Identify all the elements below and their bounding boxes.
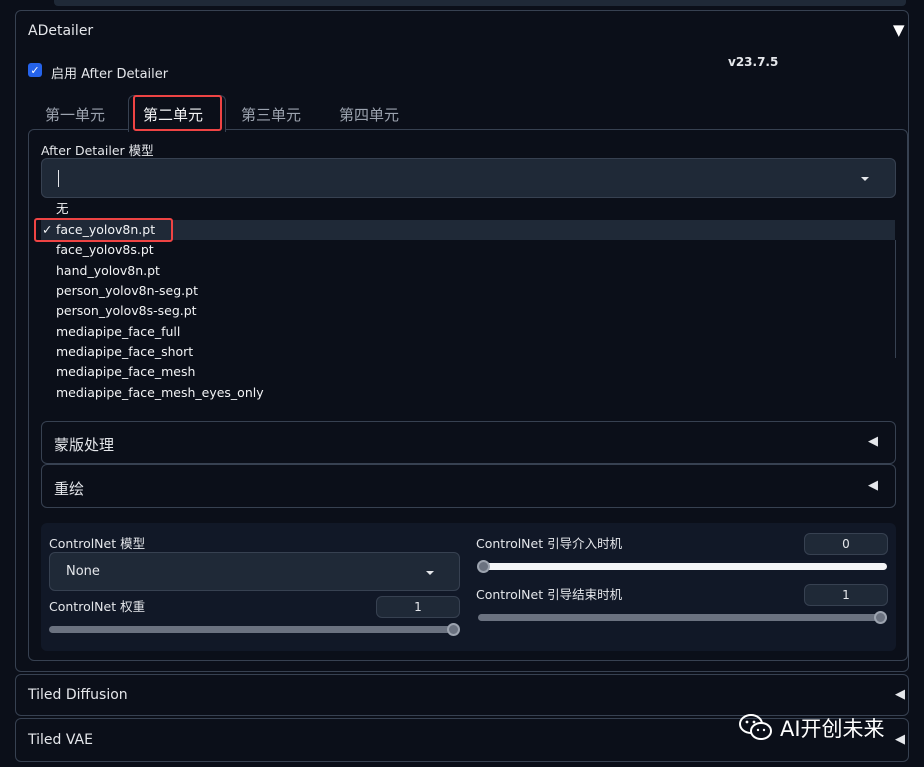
expand-icon: ◀ — [868, 478, 878, 493]
option-person-yolov8s-seg[interactable]: person_yolov8s-seg.pt — [41, 301, 895, 321]
model-label: After Detailer 模型 — [41, 143, 154, 158]
option-face-yolov8s[interactable]: face_yolov8s.pt — [41, 240, 895, 260]
text-cursor — [58, 170, 59, 187]
list-border — [895, 240, 896, 358]
option-hand-yolov8n[interactable]: hand_yolov8n.pt — [41, 261, 895, 281]
option-mediapipe-face-full[interactable]: mediapipe_face_full — [41, 322, 895, 342]
guidance-end-slider-handle[interactable] — [874, 611, 887, 624]
section-label: 重绘 — [54, 480, 85, 498]
controlnet-weight-label: ControlNet 权重 — [49, 599, 146, 614]
tab-unit-3[interactable]: 第三单元 — [241, 104, 301, 125]
option-mediapipe-face-mesh[interactable]: mediapipe_face_mesh — [41, 362, 895, 382]
section-label: Tiled VAE — [28, 732, 93, 748]
option-mediapipe-face-short[interactable]: mediapipe_face_short — [41, 342, 895, 362]
controlnet-weight-slider[interactable] — [49, 626, 458, 633]
guidance-end-label: ControlNet 引导结束时机 — [476, 587, 623, 602]
expand-icon: ◀ — [868, 434, 878, 449]
adetailer-title[interactable]: ADetailer — [28, 23, 93, 39]
controlnet-model-label: ControlNet 模型 — [49, 536, 146, 551]
guidance-start-label: ControlNet 引导介入时机 — [476, 536, 623, 551]
option-none[interactable]: 无 — [41, 199, 895, 219]
collapse-icon[interactable]: ▼ — [893, 21, 905, 39]
enable-label: 启用 After Detailer — [51, 67, 169, 82]
controlnet-model-value: None — [66, 564, 100, 579]
section-mask-processing[interactable]: 蒙版处理 ◀ — [41, 421, 896, 464]
previous-panel-edge — [54, 0, 906, 6]
chevron-down-icon — [426, 571, 434, 575]
guidance-start-slider-handle[interactable] — [477, 560, 490, 573]
chevron-down-icon — [861, 177, 869, 181]
model-dropdown[interactable] — [41, 158, 896, 198]
option-mediapipe-face-mesh-eyes-only[interactable]: mediapipe_face_mesh_eyes_only — [41, 383, 895, 403]
highlight-selected-option — [34, 218, 173, 242]
expand-icon: ◀ — [895, 687, 905, 702]
controlnet-weight-input[interactable]: 1 — [376, 596, 460, 618]
controlnet-weight-slider-handle[interactable] — [447, 623, 460, 636]
enable-checkbox[interactable]: ✓ — [28, 63, 42, 77]
tab-unit-4[interactable]: 第四单元 — [339, 104, 399, 125]
highlight-tab — [133, 95, 222, 131]
guidance-end-input[interactable]: 1 — [804, 584, 888, 606]
chat-bubbles-icon — [739, 714, 772, 740]
section-label: Tiled Diffusion — [28, 687, 128, 703]
section-inpaint[interactable]: 重绘 ◀ — [41, 464, 896, 508]
guidance-start-input[interactable]: 0 — [804, 533, 888, 555]
section-label: 蒙版处理 — [54, 436, 115, 454]
guidance-end-slider[interactable] — [478, 614, 887, 621]
option-person-yolov8n-seg[interactable]: person_yolov8n-seg.pt — [41, 281, 895, 301]
guidance-start-slider[interactable] — [478, 563, 887, 570]
controlnet-model-dropdown[interactable]: None — [49, 552, 460, 591]
watermark: AI开创未来 — [738, 710, 918, 742]
watermark-text: AI开创未来 — [780, 717, 885, 741]
version-label: v23.7.5 — [728, 55, 779, 69]
tab-unit-1[interactable]: 第一单元 — [45, 104, 105, 125]
